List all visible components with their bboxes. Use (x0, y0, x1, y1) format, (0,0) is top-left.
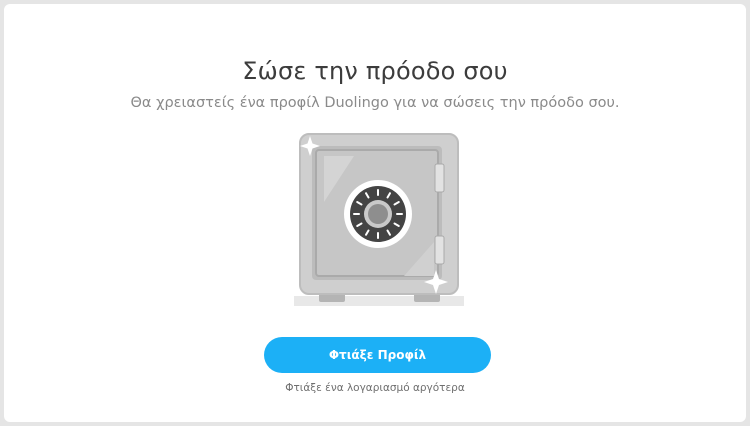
save-progress-card: Σώσε την πρόοδο σου Θα χρειαστείς ένα πρ… (4, 4, 746, 422)
create-profile-button[interactable]: Φτιάξε Προφίλ (264, 337, 491, 373)
page-subtitle: Θα χρειαστείς ένα προφίλ Duolingo για να… (130, 95, 620, 111)
safe-icon (294, 132, 464, 310)
page-title: Σώσε την πρόοδο σου (242, 57, 508, 85)
create-account-later-link[interactable]: Φτιάξε ένα λογαριασμό αργότερα (4, 382, 746, 394)
